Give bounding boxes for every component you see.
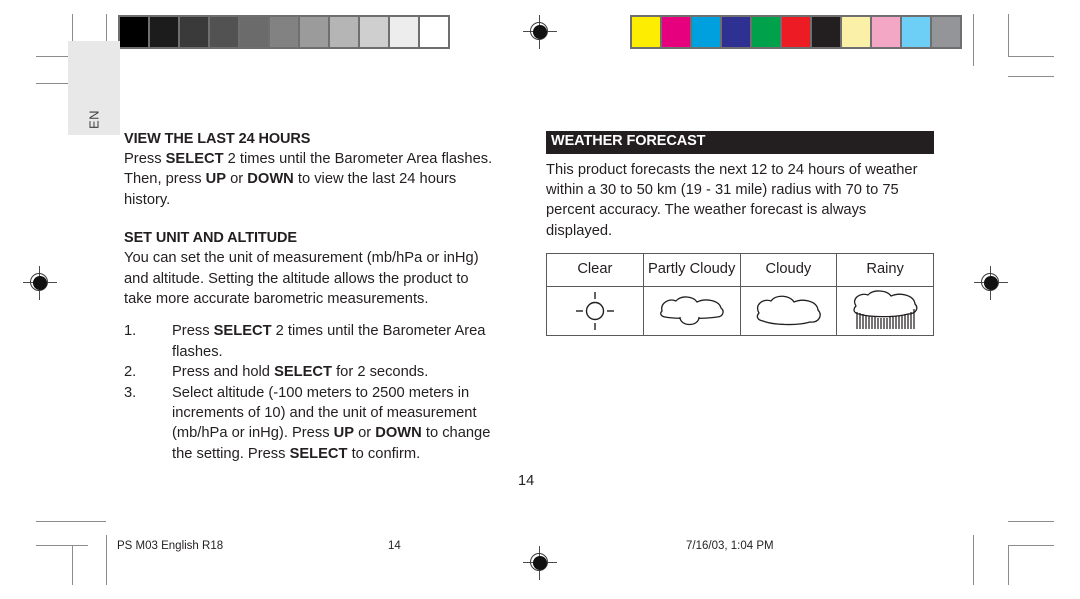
step-number: 3. (124, 384, 137, 401)
section-heading-weather-forecast: WEATHER FORECAST (546, 131, 934, 154)
key-down: DOWN (375, 425, 422, 442)
table-header-row: Clear Partly Cloudy Cloudy Rainy (546, 253, 934, 288)
partly-cloudy-icon (644, 289, 740, 333)
column-header-clear: Clear (546, 253, 644, 288)
key-select: SELECT (289, 445, 348, 462)
paragraph-view-last-24-hours: Press SELECT 2 times until the Barometer… (124, 149, 500, 210)
text-fragment: or (226, 171, 248, 188)
step-number: 2. (124, 364, 137, 381)
page-folio: 14 (518, 473, 535, 489)
text-fragment: Press (124, 151, 166, 167)
column-header-cloudy: Cloudy (739, 253, 838, 288)
step-number: 1. (124, 323, 137, 340)
section-heading-view-last-24-hours: VIEW THE LAST 24 HOURS (124, 131, 311, 147)
steps-spacer (124, 309, 500, 321)
table-row (546, 286, 934, 337)
column-header-partly-cloudy: Partly Cloudy (642, 253, 741, 288)
left-column: VIEW THE LAST 24 HOURS Press SELECT 2 ti… (124, 131, 500, 464)
text-fragment: Press (172, 323, 214, 340)
key-up: UP (333, 425, 355, 442)
paragraph-set-unit-and-altitude: You can set the unit of measurement (mb/… (124, 250, 479, 308)
text-fragment: Press and hold (172, 364, 275, 381)
text-fragment: for 2 seconds. (332, 364, 429, 381)
rainy-icon (837, 288, 933, 334)
list-item: 3. Select altitude (-100 meters to 2500 m… (124, 383, 500, 465)
cell-clear-icon (546, 286, 644, 337)
key-select: SELECT (274, 364, 333, 381)
text-fragment: or (354, 425, 376, 442)
column-header-rainy: Rainy (836, 253, 934, 288)
section-heading-set-unit-and-altitude: SET UNIT AND ALTITUDE (124, 230, 297, 247)
key-up: UP (205, 171, 227, 188)
footer-slug: PS M03 English R18 14 7/16/03, 1:04 PM (0, 540, 1080, 560)
cell-cloudy-icon (739, 286, 838, 337)
manual-page: VIEW THE LAST 24 HOURS Press SELECT 2 ti… (0, 0, 1080, 599)
footer-timestamp: 7/16/03, 1:04 PM (686, 540, 774, 552)
key-select: SELECT (213, 323, 272, 340)
cloudy-icon (741, 289, 837, 333)
list-item: 1. Press SELECT 2 times until the Baromet… (124, 321, 500, 362)
text-fragment: to confirm. (347, 445, 421, 462)
key-select: SELECT (165, 151, 224, 167)
list-item: 2. Press and hold SELECT for 2 seconds. (124, 362, 500, 382)
right-column: WEATHER FORECAST This product forecasts … (546, 131, 934, 337)
footer-job-name: PS M03 English R18 (117, 540, 224, 552)
weather-forecast-table: Clear Partly Cloudy Cloudy Rainy (546, 253, 934, 337)
sun-icon (547, 289, 643, 333)
paragraph-weather-forecast: This product forecasts the next 12 to 24… (546, 161, 918, 239)
numbered-steps-list: 1. Press SELECT 2 times until the Baromet… (124, 321, 500, 464)
key-down: DOWN (247, 171, 294, 188)
footer-page-number: 14 (388, 540, 401, 552)
cell-partly-cloudy-icon (642, 286, 741, 337)
cell-rainy-icon (836, 286, 934, 337)
